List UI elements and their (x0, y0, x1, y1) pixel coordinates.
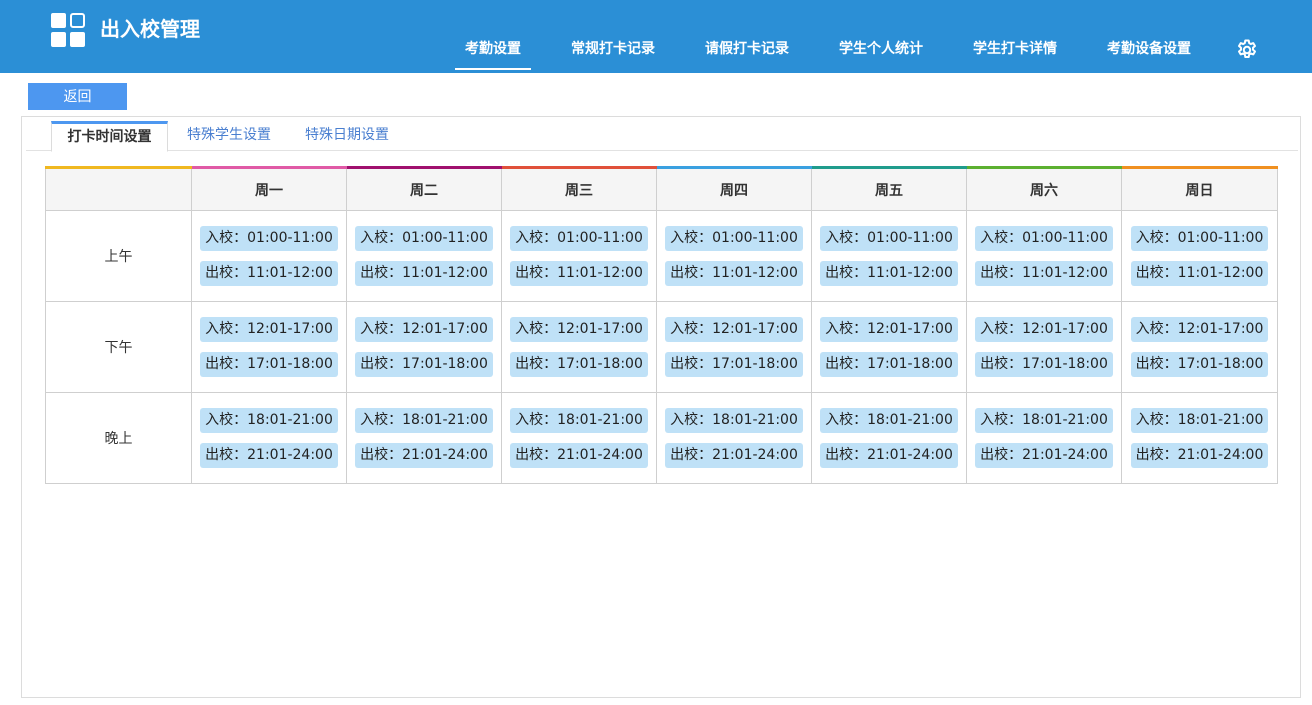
app-logo-icon (51, 13, 85, 47)
nav-student-stats[interactable]: 学生个人统计 (839, 28, 923, 70)
schedule-row-morning: 上午 入校：01:00-11:00 出校：11:01-12:00 入校：01:00-1… (45, 210, 1278, 302)
entry-time-slot[interactable]: 入校：12:01-17:00 (355, 317, 493, 342)
nav-attendance-settings[interactable]: 考勤设置 (455, 28, 531, 70)
schedule-cell-thursday-morning: 入校：01:00-11:00 出校：11:01-12:00 (656, 210, 812, 302)
entry-time-slot[interactable]: 入校：01:00-11:00 (665, 226, 803, 251)
schedule-cell-tuesday-afternoon: 入校：12:01-17:00 出校：17:01-18:00 (346, 301, 502, 393)
schedule-row-evening: 晚上 入校：18:01-21:00 出校：21:01-24:00 入校：18:01-2… (45, 392, 1278, 484)
table-corner-cell (45, 166, 192, 211)
schedule-cell-friday-morning: 入校：01:00-11:00 出校：11:01-12:00 (811, 210, 967, 302)
schedule-cell-saturday-evening: 入校：18:01-21:00 出校：21:01-24:00 (966, 392, 1122, 484)
header-sunday: 周日 (1121, 166, 1278, 211)
header-thursday: 周四 (656, 166, 812, 211)
entry-time-slot[interactable]: 入校：12:01-17:00 (200, 317, 338, 342)
entry-time-slot[interactable]: 入校：12:01-17:00 (975, 317, 1113, 342)
exit-time-slot[interactable]: 出校：17:01-18:00 (355, 352, 493, 377)
schedule-cell-monday-morning: 入校：01:00-11:00 出校：11:01-12:00 (191, 210, 347, 302)
entry-time-slot[interactable]: 入校：18:01-21:00 (820, 408, 958, 433)
entry-time-slot[interactable]: 入校：12:01-17:00 (1130, 317, 1269, 342)
entry-time-slot[interactable]: 入校：01:00-11:00 (355, 226, 493, 251)
exit-time-slot[interactable]: 出校：21:01-24:00 (355, 443, 493, 468)
entry-time-slot[interactable]: 入校：01:00-11:00 (200, 226, 338, 251)
attendance-schedule-table: 周一 周二 周三 周四 周五 周六 周日 上午 入校：01:00-11:00 出校：… (45, 166, 1278, 484)
schedule-cell-tuesday-morning: 入校：01:00-11:00 出校：11:01-12:00 (346, 210, 502, 302)
exit-time-slot[interactable]: 出校：17:01-18:00 (510, 352, 648, 377)
nav-regular-records[interactable]: 常规打卡记录 (571, 28, 655, 70)
header-tuesday: 周二 (346, 166, 502, 211)
nav-student-details[interactable]: 学生打卡详情 (973, 28, 1057, 70)
schedule-cell-wednesday-morning: 入校：01:00-11:00 出校：11:01-12:00 (501, 210, 657, 302)
schedule-row-afternoon: 下午 入校：12:01-17:00 出校：17:01-18:00 入校：12:01-1… (45, 301, 1278, 393)
schedule-cell-wednesday-evening: 入校：18:01-21:00 出校：21:01-24:00 (501, 392, 657, 484)
exit-time-slot[interactable]: 出校：21:01-24:00 (510, 443, 648, 468)
schedule-cell-monday-evening: 入校：18:01-21:00 出校：21:01-24:00 (191, 392, 347, 484)
schedule-cell-friday-evening: 入校：18:01-21:00 出校：21:01-24:00 (811, 392, 967, 484)
period-label: 上午 (45, 210, 192, 302)
exit-time-slot[interactable]: 出校：17:01-18:00 (200, 352, 338, 377)
exit-time-slot[interactable]: 出校：17:01-18:00 (665, 352, 803, 377)
schedule-cell-sunday-afternoon: 入校：12:01-17:00 出校：17:01-18:00 (1121, 301, 1278, 393)
schedule-cell-wednesday-afternoon: 入校：12:01-17:00 出校：17:01-18:00 (501, 301, 657, 393)
period-label: 下午 (45, 301, 192, 393)
entry-time-slot[interactable]: 入校：18:01-21:00 (1130, 408, 1269, 433)
exit-time-slot[interactable]: 出校：21:01-24:00 (1130, 443, 1269, 468)
exit-time-slot[interactable]: 出校：11:01-12:00 (200, 261, 338, 286)
tab-checkin-time[interactable]: 打卡时间设置 (51, 121, 168, 152)
entry-time-slot[interactable]: 入校：01:00-11:00 (1130, 226, 1269, 251)
schedule-cell-tuesday-evening: 入校：18:01-21:00 出校：21:01-24:00 (346, 392, 502, 484)
entry-time-slot[interactable]: 入校：01:00-11:00 (975, 226, 1113, 251)
exit-time-slot[interactable]: 出校：11:01-12:00 (975, 261, 1113, 286)
entry-time-slot[interactable]: 入校：12:01-17:00 (820, 317, 958, 342)
exit-time-slot[interactable]: 出校：21:01-24:00 (200, 443, 338, 468)
tab-special-students[interactable]: 特殊学生设置 (184, 121, 274, 151)
header-friday: 周五 (811, 166, 967, 211)
nav-leave-records[interactable]: 请假打卡记录 (705, 28, 789, 70)
entry-time-slot[interactable]: 入校：12:01-17:00 (510, 317, 648, 342)
exit-time-slot[interactable]: 出校：11:01-12:00 (665, 261, 803, 286)
schedule-cell-thursday-afternoon: 入校：12:01-17:00 出校：17:01-18:00 (656, 301, 812, 393)
settings-tabs: 打卡时间设置 特殊学生设置 特殊日期设置 (26, 117, 1298, 152)
schedule-cell-sunday-morning: 入校：01:00-11:00 出校：11:01-12:00 (1121, 210, 1278, 302)
schedule-cell-monday-afternoon: 入校：12:01-17:00 出校：17:01-18:00 (191, 301, 347, 393)
top-header: 出入校管理 考勤设置 常规打卡记录 请假打卡记录 学生个人统计 学生打卡详情 考… (0, 0, 1312, 73)
entry-time-slot[interactable]: 入校：18:01-21:00 (975, 408, 1113, 433)
main-nav: 考勤设置 常规打卡记录 请假打卡记录 学生个人统计 学生打卡详情 考勤设备设置 (440, 28, 1191, 73)
exit-time-slot[interactable]: 出校：21:01-24:00 (820, 443, 958, 468)
schedule-cell-saturday-morning: 入校：01:00-11:00 出校：11:01-12:00 (966, 210, 1122, 302)
entry-time-slot[interactable]: 入校：01:00-11:00 (820, 226, 958, 251)
header-saturday: 周六 (966, 166, 1122, 211)
schedule-cell-friday-afternoon: 入校：12:01-17:00 出校：17:01-18:00 (811, 301, 967, 393)
exit-time-slot[interactable]: 出校：17:01-18:00 (820, 352, 958, 377)
table-header-row: 周一 周二 周三 周四 周五 周六 周日 (45, 166, 1278, 211)
entry-time-slot[interactable]: 入校：18:01-21:00 (665, 408, 803, 433)
exit-time-slot[interactable]: 出校：21:01-24:00 (975, 443, 1113, 468)
tab-special-dates[interactable]: 特殊日期设置 (302, 121, 392, 151)
exit-time-slot[interactable]: 出校：11:01-12:00 (510, 261, 648, 286)
schedule-cell-sunday-evening: 入校：18:01-21:00 出校：21:01-24:00 (1121, 392, 1278, 484)
back-button[interactable]: 返回 (28, 83, 127, 110)
exit-time-slot[interactable]: 出校：11:01-12:00 (355, 261, 493, 286)
exit-time-slot[interactable]: 出校：11:01-12:00 (820, 261, 958, 286)
exit-time-slot[interactable]: 出校：11:01-12:00 (1130, 261, 1269, 286)
entry-time-slot[interactable]: 入校：12:01-17:00 (665, 317, 803, 342)
nav-device-settings[interactable]: 考勤设备设置 (1107, 28, 1191, 70)
app-title: 出入校管理 (100, 17, 200, 41)
entry-time-slot[interactable]: 入校：01:00-11:00 (510, 226, 648, 251)
schedule-cell-saturday-afternoon: 入校：12:01-17:00 出校：17:01-18:00 (966, 301, 1122, 393)
exit-time-slot[interactable]: 出校：17:01-18:00 (975, 352, 1113, 377)
header-wednesday: 周三 (501, 166, 657, 211)
entry-time-slot[interactable]: 入校：18:01-21:00 (510, 408, 648, 433)
header-monday: 周一 (191, 166, 347, 211)
settings-panel: 打卡时间设置 特殊学生设置 特殊日期设置 周一 周二 周三 周四 周五 周六 周… (21, 116, 1301, 698)
entry-time-slot[interactable]: 入校：18:01-21:00 (200, 408, 338, 433)
period-label: 晚上 (45, 392, 192, 484)
schedule-cell-thursday-evening: 入校：18:01-21:00 出校：21:01-24:00 (656, 392, 812, 484)
entry-time-slot[interactable]: 入校：18:01-21:00 (355, 408, 493, 433)
gear-icon[interactable] (1235, 38, 1259, 62)
exit-time-slot[interactable]: 出校：17:01-18:00 (1130, 352, 1269, 377)
exit-time-slot[interactable]: 出校：21:01-24:00 (665, 443, 803, 468)
